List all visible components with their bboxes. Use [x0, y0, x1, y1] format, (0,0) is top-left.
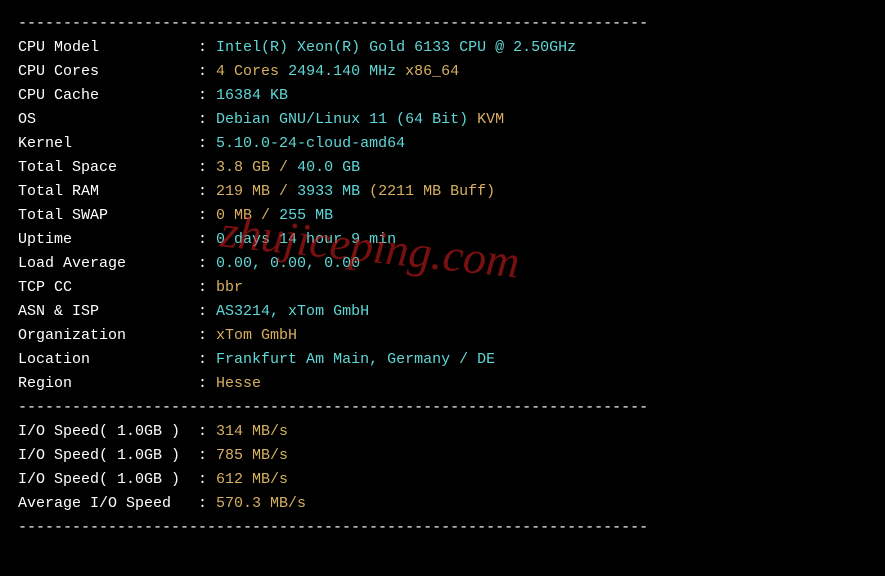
row-value: 2494.140 MHz	[279, 63, 405, 80]
info-row: CPU Cache : 16384 KB	[18, 84, 867, 108]
info-row: CPU Model : Intel(R) Xeon(R) Gold 6133 C…	[18, 36, 867, 60]
row-value: 570.3 MB/s	[216, 495, 306, 512]
row-label: TCP CC	[18, 279, 198, 296]
row-label: Region	[18, 375, 198, 392]
row-label: I/O Speed( 1.0GB )	[18, 471, 198, 488]
divider-top: ----------------------------------------…	[18, 12, 867, 36]
colon: :	[198, 183, 216, 200]
colon: :	[198, 447, 216, 464]
colon: :	[198, 135, 216, 152]
row-value: 3933 MB	[297, 183, 369, 200]
row-value: 16384 KB	[216, 87, 288, 104]
io-speed-block: I/O Speed( 1.0GB ) : 314 MB/sI/O Speed( …	[18, 420, 867, 516]
row-label: Organization	[18, 327, 198, 344]
row-label: Uptime	[18, 231, 198, 248]
info-row: Organization : xTom GmbH	[18, 324, 867, 348]
colon: :	[198, 159, 216, 176]
info-row: I/O Speed( 1.0GB ) : 314 MB/s	[18, 420, 867, 444]
row-label: I/O Speed( 1.0GB )	[18, 447, 198, 464]
info-row: Region : Hesse	[18, 372, 867, 396]
colon: :	[198, 375, 216, 392]
colon: :	[198, 303, 216, 320]
divider-mid: ----------------------------------------…	[18, 396, 867, 420]
row-label: ASN & ISP	[18, 303, 198, 320]
colon: :	[198, 255, 216, 272]
row-label: OS	[18, 111, 198, 128]
info-row: Total RAM : 219 MB / 3933 MB (2211 MB Bu…	[18, 180, 867, 204]
info-row: TCP CC : bbr	[18, 276, 867, 300]
row-value: 3.8 GB /	[216, 159, 297, 176]
info-row: Kernel : 5.10.0-24-cloud-amd64	[18, 132, 867, 156]
info-row: Total SWAP : 0 MB / 255 MB	[18, 204, 867, 228]
row-label: I/O Speed( 1.0GB )	[18, 423, 198, 440]
terminal-output: ----------------------------------------…	[18, 12, 867, 540]
row-value: Debian GNU/Linux 11 (64 Bit)	[216, 111, 477, 128]
row-value: Frankfurt Am Main, Germany / DE	[216, 351, 495, 368]
row-label: Total RAM	[18, 183, 198, 200]
system-info-block: CPU Model : Intel(R) Xeon(R) Gold 6133 C…	[18, 36, 867, 396]
row-value: Hesse	[216, 375, 261, 392]
row-label: Total SWAP	[18, 207, 198, 224]
colon: :	[198, 111, 216, 128]
row-value: Intel(R) Xeon(R) Gold 6133 CPU @ 2.50GHz	[216, 39, 576, 56]
info-row: Location : Frankfurt Am Main, Germany / …	[18, 348, 867, 372]
row-label: CPU Cache	[18, 87, 198, 104]
row-value: 255 MB	[279, 207, 333, 224]
row-value: xTom GmbH	[216, 327, 297, 344]
row-value: 5.10.0-24-cloud-amd64	[216, 135, 405, 152]
colon: :	[198, 351, 216, 368]
divider-bottom: ----------------------------------------…	[18, 516, 867, 540]
colon: :	[198, 231, 216, 248]
colon: :	[198, 423, 216, 440]
row-value: 314 MB/s	[216, 423, 288, 440]
info-row: I/O Speed( 1.0GB ) : 785 MB/s	[18, 444, 867, 468]
row-label: Kernel	[18, 135, 198, 152]
row-label: CPU Model	[18, 39, 198, 56]
info-row: Load Average : 0.00, 0.00, 0.00	[18, 252, 867, 276]
colon: :	[198, 39, 216, 56]
info-row: Average I/O Speed : 570.3 MB/s	[18, 492, 867, 516]
row-label: Average I/O Speed	[18, 495, 198, 512]
row-label: Load Average	[18, 255, 198, 272]
info-row: Total Space : 3.8 GB / 40.0 GB	[18, 156, 867, 180]
row-value: (2211 MB Buff)	[369, 183, 495, 200]
row-value: 40.0 GB	[297, 159, 360, 176]
row-value: AS3214, xTom GmbH	[216, 303, 369, 320]
info-row: OS : Debian GNU/Linux 11 (64 Bit) KVM	[18, 108, 867, 132]
info-row: I/O Speed( 1.0GB ) : 612 MB/s	[18, 468, 867, 492]
colon: :	[198, 63, 216, 80]
row-value: 4 Cores	[216, 63, 279, 80]
row-value: 0 MB /	[216, 207, 279, 224]
colon: :	[198, 87, 216, 104]
info-row: CPU Cores : 4 Cores 2494.140 MHz x86_64	[18, 60, 867, 84]
row-value: 219 MB /	[216, 183, 297, 200]
row-value: KVM	[477, 111, 504, 128]
row-value: 785 MB/s	[216, 447, 288, 464]
colon: :	[198, 207, 216, 224]
colon: :	[198, 471, 216, 488]
row-value: 0.00, 0.00, 0.00	[216, 255, 360, 272]
colon: :	[198, 279, 216, 296]
colon: :	[198, 327, 216, 344]
info-row: Uptime : 0 days 14 hour 9 min	[18, 228, 867, 252]
row-value: 612 MB/s	[216, 471, 288, 488]
row-label: Total Space	[18, 159, 198, 176]
row-value: bbr	[216, 279, 243, 296]
info-row: ASN & ISP : AS3214, xTom GmbH	[18, 300, 867, 324]
row-value: 0 days 14 hour 9 min	[216, 231, 396, 248]
row-label: CPU Cores	[18, 63, 198, 80]
row-value: x86_64	[405, 63, 459, 80]
colon: :	[198, 495, 216, 512]
row-label: Location	[18, 351, 198, 368]
